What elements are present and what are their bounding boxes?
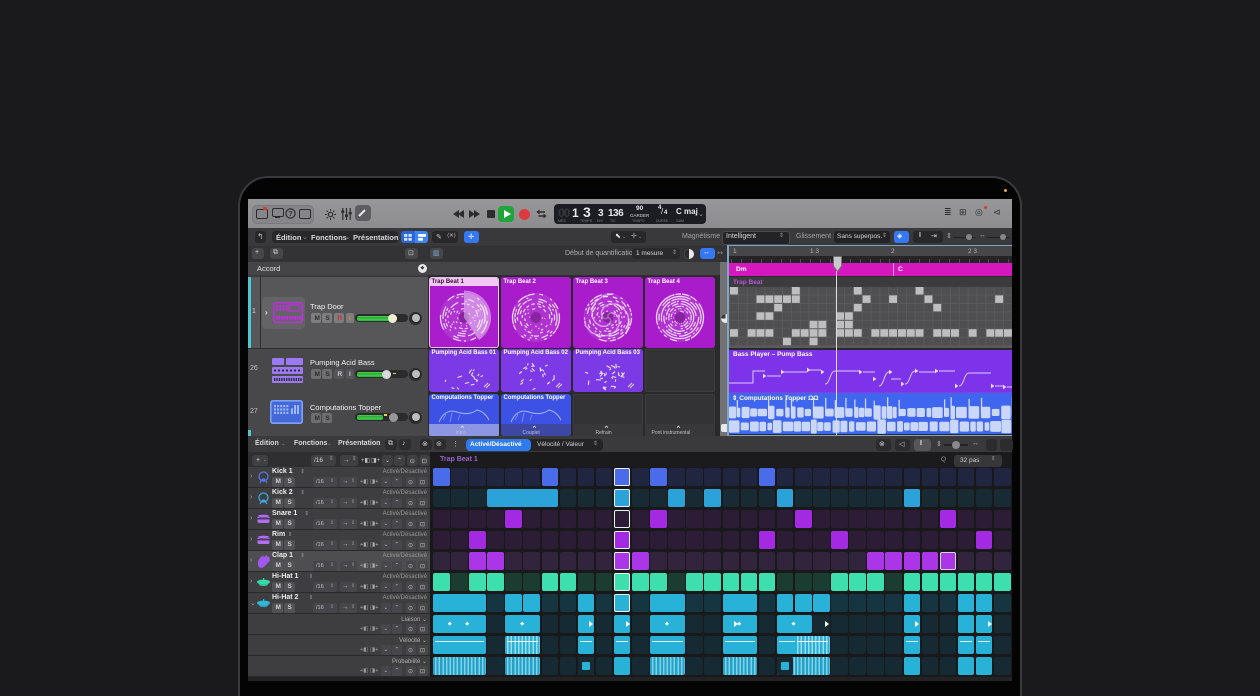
svg-text:?: ? <box>288 211 292 218</box>
